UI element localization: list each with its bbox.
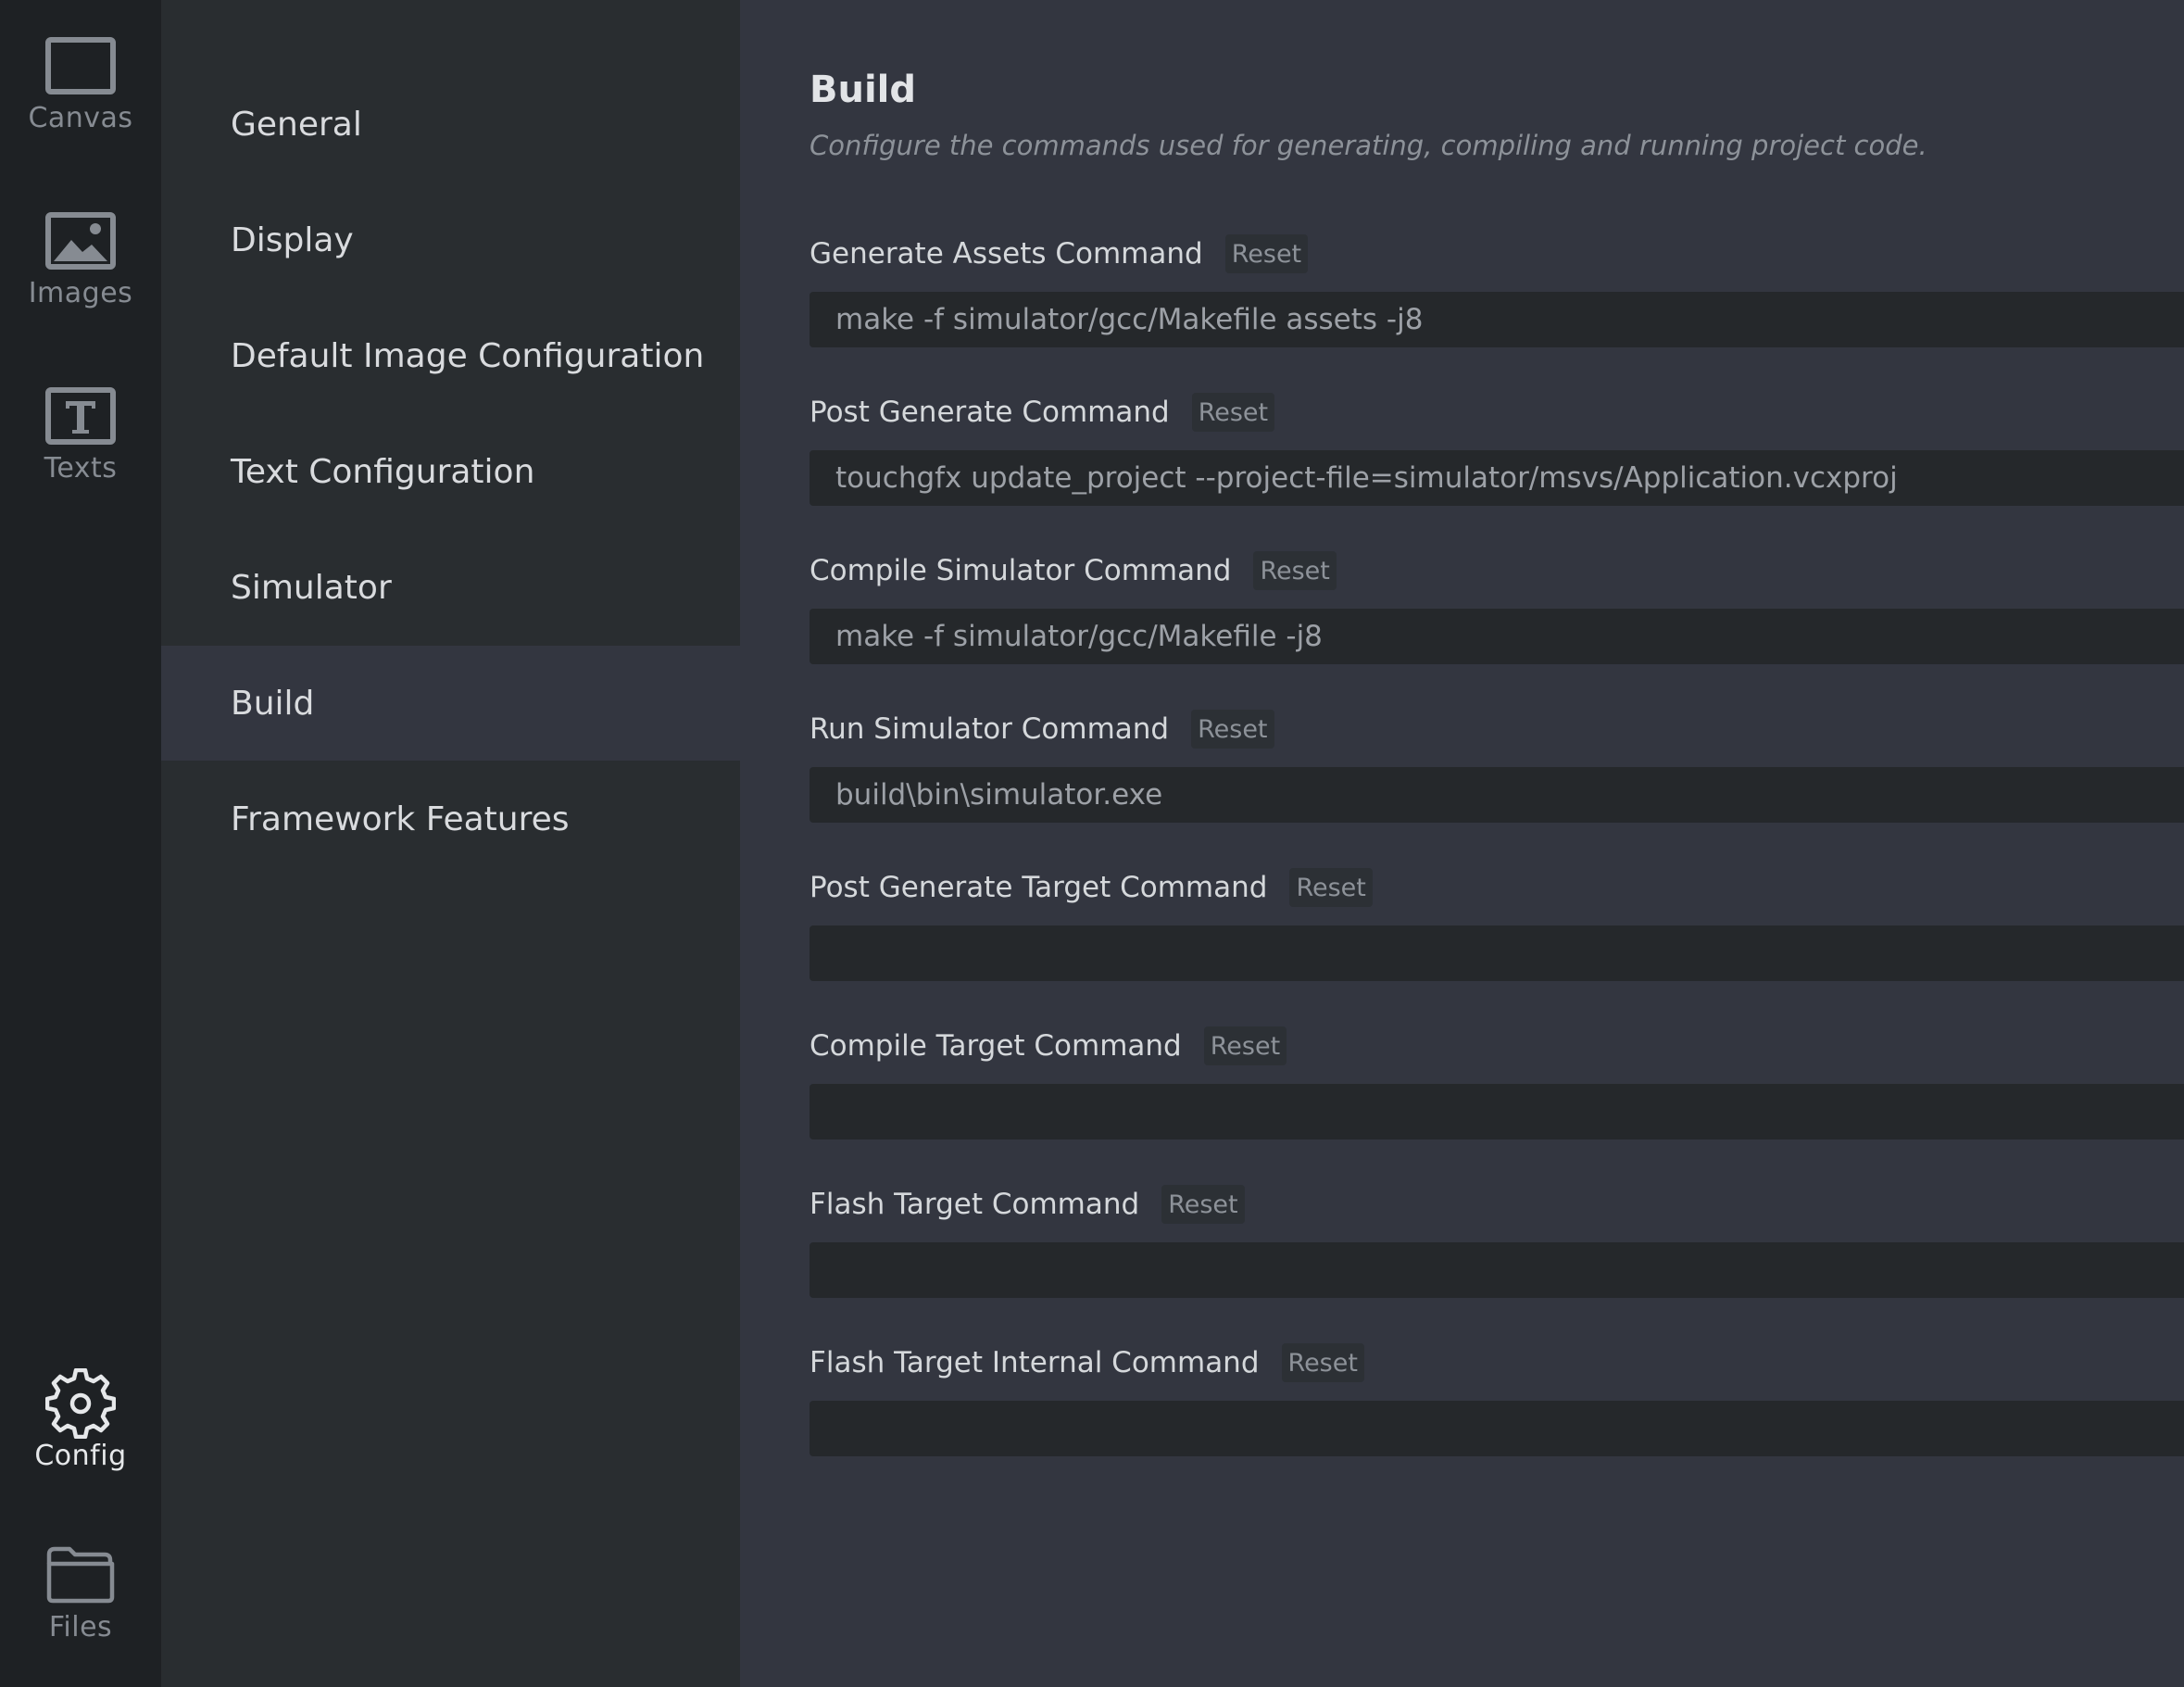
- nav-canvas-label: Canvas: [28, 102, 133, 134]
- page-title: Build: [810, 69, 917, 111]
- flash-target-command-input[interactable]: [810, 1242, 2184, 1298]
- field-post-generate-command: Post Generate Command Reset: [810, 391, 2184, 506]
- menu-item-build[interactable]: Build: [161, 646, 740, 761]
- reset-button[interactable]: Reset: [1161, 1185, 1245, 1224]
- menu-item-text-configuration[interactable]: Text Configuration: [161, 414, 740, 529]
- canvas-icon: [44, 33, 118, 98]
- field-compile-target-command: Compile Target Command Reset: [810, 1025, 2184, 1139]
- nav-canvas[interactable]: Canvas: [0, 33, 161, 134]
- reset-button[interactable]: Reset: [1203, 1026, 1287, 1065]
- nav-images[interactable]: Images: [0, 208, 161, 309]
- folder-icon: [44, 1542, 118, 1607]
- app-nav-rail: Canvas Images Texts Config Files: [0, 0, 161, 1687]
- nav-images-label: Images: [28, 277, 133, 309]
- field-label: Flash Target Internal Command: [810, 1346, 1260, 1379]
- nav-files-label: Files: [48, 1611, 113, 1643]
- post-generate-command-input[interactable]: [810, 450, 2184, 506]
- menu-item-display[interactable]: Display: [161, 183, 740, 297]
- menu-item-default-image-configuration[interactable]: Default Image Configuration: [161, 298, 740, 413]
- reset-button[interactable]: Reset: [1224, 234, 1309, 273]
- field-label: Post Generate Command: [810, 396, 1170, 429]
- compile-target-command-input[interactable]: [810, 1084, 2184, 1139]
- field-label: Flash Target Command: [810, 1188, 1140, 1221]
- reset-button[interactable]: Reset: [1281, 1343, 1364, 1382]
- nav-config-label: Config: [34, 1440, 127, 1472]
- menu-item-framework-features[interactable]: Framework Features: [161, 762, 740, 876]
- generate-assets-command-input[interactable]: [810, 292, 2184, 347]
- reset-button[interactable]: Reset: [1289, 868, 1373, 907]
- field-compile-simulator-command: Compile Simulator Command Reset: [810, 549, 2184, 664]
- field-label: Compile Target Command: [810, 1029, 1182, 1063]
- page-subtitle: Configure the commands used for generati…: [810, 130, 1927, 161]
- reset-button[interactable]: Reset: [1191, 710, 1274, 749]
- reset-button[interactable]: Reset: [1191, 393, 1275, 432]
- nav-files[interactable]: Files: [0, 1542, 161, 1643]
- menu-item-general[interactable]: General: [161, 67, 740, 182]
- field-post-generate-target-command: Post Generate Target Command Reset: [810, 866, 2184, 981]
- field-run-simulator-command: Run Simulator Command Reset: [810, 708, 2184, 823]
- field-label: Compile Simulator Command: [810, 554, 1232, 587]
- nav-texts-label: Texts: [44, 452, 118, 485]
- compile-simulator-command-input[interactable]: [810, 609, 2184, 664]
- run-simulator-command-input[interactable]: [810, 767, 2184, 823]
- config-menu: General Display Default Image Configurat…: [161, 0, 740, 1687]
- field-flash-target-internal-command: Flash Target Internal Command Reset: [810, 1341, 2184, 1456]
- nav-texts[interactable]: Texts: [0, 384, 161, 485]
- nav-config[interactable]: Config: [0, 1368, 161, 1472]
- build-settings-panel: Build Configure the commands used for ge…: [740, 0, 2184, 1687]
- field-label: Generate Assets Command: [810, 237, 1203, 271]
- reset-button[interactable]: Reset: [1253, 551, 1337, 590]
- post-generate-target-command-input[interactable]: [810, 925, 2184, 981]
- image-icon: [44, 208, 118, 273]
- field-label: Post Generate Target Command: [810, 871, 1268, 904]
- menu-item-simulator[interactable]: Simulator: [161, 530, 740, 645]
- field-generate-assets-command: Generate Assets Command Reset: [810, 233, 2184, 347]
- gear-icon: [44, 1368, 118, 1439]
- text-icon: [44, 384, 118, 448]
- field-label: Run Simulator Command: [810, 712, 1170, 746]
- field-flash-target-command: Flash Target Command Reset: [810, 1183, 2184, 1298]
- flash-target-internal-command-input[interactable]: [810, 1401, 2184, 1456]
